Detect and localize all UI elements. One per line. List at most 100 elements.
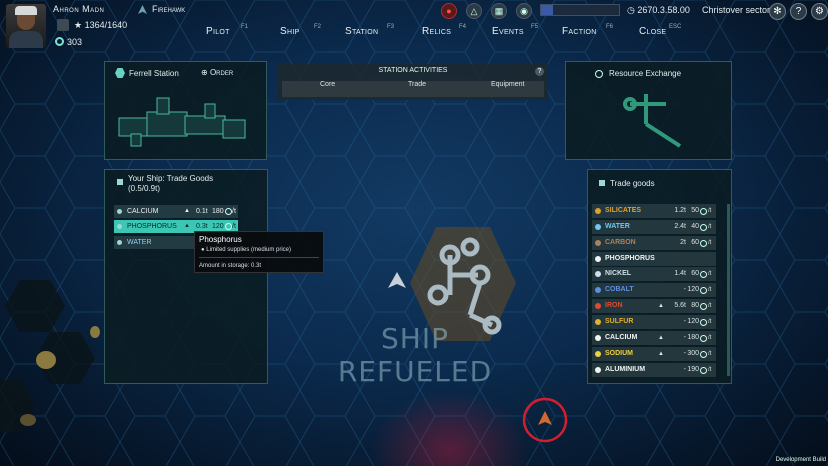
- tab-core[interactable]: Core: [320, 81, 335, 88]
- trade-goods-row[interactable]: SILICATES 1.2t 50/t: [592, 204, 716, 218]
- nav-station[interactable]: Station: [345, 26, 378, 37]
- trade-goods-row[interactable]: CARBON 2t 60/t: [592, 236, 716, 250]
- sell-arrow-icon[interactable]: ▲: [184, 220, 190, 233]
- tab-trade[interactable]: Trade: [408, 81, 426, 88]
- resource-name: CALCIUM: [605, 334, 638, 341]
- nav-key-pilot: F1: [241, 24, 249, 30]
- resource-unit: /t: [708, 287, 712, 293]
- credits-icon: [700, 240, 707, 247]
- resource-icon: [595, 240, 601, 246]
- resource-price: 120: [687, 286, 699, 293]
- credits-icon: [700, 208, 707, 215]
- tab-equipment[interactable]: Equipment: [491, 81, 524, 88]
- activities-help-button[interactable]: ?: [535, 67, 544, 76]
- dev-build-label: Development Build: [775, 457, 826, 463]
- resource-name: WATER: [605, 223, 630, 230]
- resource-unit: /t: [232, 208, 236, 215]
- resource-name: CARBON: [605, 239, 636, 246]
- sell-arrow-icon[interactable]: ▲: [184, 205, 190, 218]
- credits-icon: [700, 287, 707, 294]
- resource-qty: -: [683, 318, 686, 325]
- trade-goods-row[interactable]: WATER 2.4t 40/t: [592, 220, 716, 234]
- pilot-avatar[interactable]: [6, 4, 46, 48]
- nav-key-station: F3: [387, 24, 395, 30]
- ship-goods-row[interactable]: CALCIUM ▲ 0.1t 180/t: [114, 205, 238, 218]
- resource-unit: /t: [708, 351, 712, 357]
- trade-goods-row[interactable]: SULFUR -120/t: [592, 315, 716, 329]
- nav-pilot[interactable]: Pilot: [206, 26, 230, 37]
- resource-icon: [595, 256, 601, 262]
- crew-icon[interactable]: △: [466, 3, 482, 19]
- credits-icon: [700, 335, 707, 342]
- status-message: SHIP REFUELED: [337, 322, 493, 388]
- trade-goods-row[interactable]: SODIUM ▲ -300/t: [592, 347, 716, 361]
- nav-relics[interactable]: Relics: [422, 26, 451, 37]
- resource-qty: 5.6t: [674, 302, 686, 309]
- station-model-image: [118, 97, 246, 147]
- credits-icon: [700, 367, 707, 374]
- npc-ship-icon[interactable]: [386, 270, 408, 292]
- resource-icon: [117, 240, 122, 245]
- resource-price: 120: [687, 318, 699, 325]
- order-button[interactable]: ⊕ Order: [201, 68, 233, 77]
- resource-price: 80: [691, 302, 699, 309]
- credits-icon: [700, 303, 707, 310]
- resource-icon: [595, 303, 601, 309]
- trade-goods-row[interactable]: COBALT -120/t: [592, 283, 716, 297]
- goods-tooltip: Phosphorus ● Limited supplies (medium pr…: [194, 231, 324, 273]
- resource-price: 50: [691, 207, 699, 214]
- resource-name: SODIUM: [605, 350, 633, 357]
- help-button[interactable]: ?: [790, 3, 807, 20]
- alert-icon[interactable]: ●: [441, 3, 457, 19]
- resource-icon: [117, 224, 122, 229]
- credits-value: 303: [67, 37, 83, 47]
- trade-goods-row[interactable]: IRON ▲ 5.6t 80/t: [592, 299, 716, 313]
- resource-name: WATER: [127, 239, 152, 246]
- credits-icon: [700, 319, 707, 326]
- map-button[interactable]: ✻: [769, 3, 786, 20]
- nav-faction[interactable]: Faction: [562, 26, 597, 37]
- resource-unit: /t: [708, 303, 712, 309]
- resource-name: PHOSPHORUS: [605, 255, 655, 262]
- resource-name: PHOSPHORUS: [127, 223, 177, 230]
- menu-button[interactable]: ⚙: [811, 3, 828, 20]
- resource-price: 190: [687, 366, 699, 373]
- resource-qty: 1.2t: [674, 207, 686, 214]
- trade-goods-row[interactable]: CALCIUM ▲ -180/t: [592, 331, 716, 345]
- resource-qty: 0.1t: [196, 208, 208, 215]
- resource-price: 180: [687, 334, 699, 341]
- trade-goods-title: Trade goods: [610, 179, 655, 188]
- trade-goods-row[interactable]: ALUMINIUM -190/t: [592, 363, 716, 377]
- resource-price: 60: [691, 270, 699, 277]
- resource-name: ALUMINIUM: [605, 366, 646, 373]
- trade-goods-icon: [599, 180, 605, 186]
- credits-icon: [225, 223, 232, 230]
- main-nav: Pilot F1 Ship F2 Station F3 Relics F4 Events F5 Fa…: [198, 24, 688, 46]
- settings-icon[interactable]: ◉: [516, 3, 532, 19]
- resource-icon: [595, 335, 601, 341]
- resource-icon: [117, 209, 122, 214]
- hp-value: 1364/1640: [84, 20, 128, 30]
- credits-icon: [700, 351, 707, 358]
- resource-icon: [595, 208, 601, 214]
- ship-goods-capacity: (0.5/0.9t): [128, 184, 161, 193]
- nav-close[interactable]: Close: [639, 26, 666, 37]
- trade-goods-scrollbar[interactable]: [727, 204, 730, 376]
- asteroid-field: [0, 280, 100, 432]
- game-time: ◷ 2670.3.58.00: [627, 5, 690, 15]
- nav-key-ship: F2: [314, 24, 322, 30]
- order-label: Order: [209, 68, 234, 77]
- resource-name: COBALT: [605, 286, 634, 293]
- trade-goods-row[interactable]: NICKEL 1.4t 60/t: [592, 267, 716, 281]
- nebula-glow: [370, 390, 530, 466]
- nav-ship[interactable]: Ship: [280, 26, 300, 37]
- trade-goods-row[interactable]: PHOSPHORUS: [592, 252, 716, 266]
- cargo-icon[interactable]: ▦: [491, 3, 507, 19]
- player-ship-marker[interactable]: [520, 395, 570, 445]
- resource-qty: 1.4t: [674, 270, 686, 277]
- station-title: Ferrell Station: [129, 69, 179, 78]
- nav-events[interactable]: Events: [492, 26, 524, 37]
- tooltip-supply: ● Limited supplies (medium price): [201, 247, 291, 253]
- ship-goods-title: Your Ship: Trade Goods: [128, 174, 214, 183]
- credits: 303: [55, 37, 82, 47]
